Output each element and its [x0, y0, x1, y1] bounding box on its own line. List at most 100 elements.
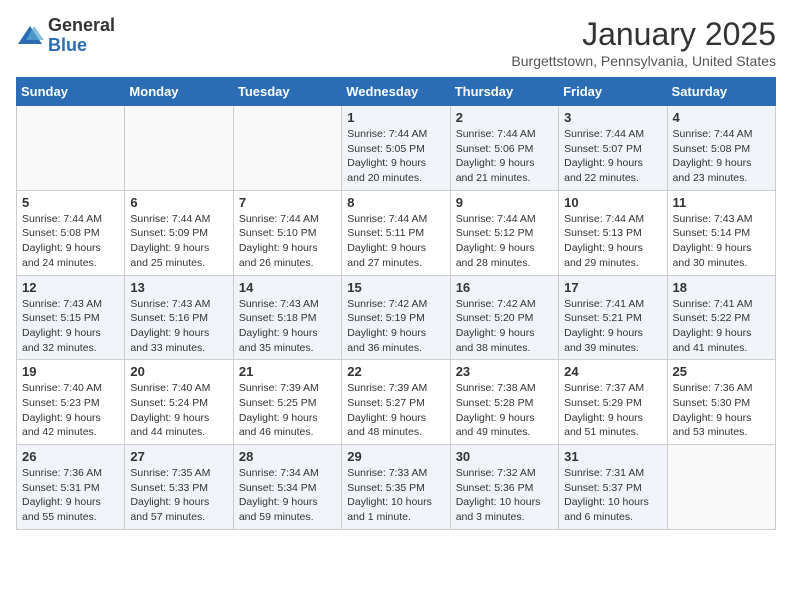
calendar-day-cell [17, 106, 125, 191]
day-number: 6 [130, 195, 227, 210]
day-number: 9 [456, 195, 553, 210]
day-number: 16 [456, 280, 553, 295]
month-title: January 2025 [511, 16, 776, 53]
logo-text: General Blue [48, 16, 115, 56]
day-info: Sunrise: 7:36 AM Sunset: 5:30 PM Dayligh… [673, 381, 770, 440]
day-number: 3 [564, 110, 661, 125]
calendar-day-cell: 11 Sunrise: 7:43 AM Sunset: 5:14 PM Dayli… [667, 190, 775, 275]
day-number: 1 [347, 110, 444, 125]
day-info: Sunrise: 7:43 AM Sunset: 5:18 PM Dayligh… [239, 297, 336, 356]
day-number: 27 [130, 449, 227, 464]
calendar-day-cell: 5 Sunrise: 7:44 AM Sunset: 5:08 PM Daylig… [17, 190, 125, 275]
calendar-day-cell: 8 Sunrise: 7:44 AM Sunset: 5:11 PM Daylig… [342, 190, 450, 275]
calendar-week-row: 1Sunrise: 7:44 AM Sunset: 5:05 PM Daylig… [17, 106, 776, 191]
day-number: 15 [347, 280, 444, 295]
calendar-day-cell: 18 Sunrise: 7:41 AM Sunset: 5:22 PM Dayli… [667, 275, 775, 360]
day-info: Sunrise: 7:44 AM Sunset: 5:11 PM Dayligh… [347, 212, 444, 271]
day-info: Sunrise: 7:43 AM Sunset: 5:14 PM Dayligh… [673, 212, 770, 271]
day-info: Sunrise: 7:39 AM Sunset: 5:27 PM Dayligh… [347, 381, 444, 440]
calendar-day-cell: 19 Sunrise: 7:40 AM Sunset: 5:23 PM Dayli… [17, 360, 125, 445]
day-number: 12 [22, 280, 119, 295]
day-info: Sunrise: 7:44 AM Sunset: 5:08 PM Dayligh… [22, 212, 119, 271]
day-of-week-header: Wednesday [342, 78, 450, 106]
day-info: Sunrise: 7:41 AM Sunset: 5:22 PM Dayligh… [673, 297, 770, 356]
calendar-day-cell [125, 106, 233, 191]
calendar-week-row: 12 Sunrise: 7:43 AM Sunset: 5:15 PM Dayli… [17, 275, 776, 360]
calendar-day-cell: 10Sunrise: 7:44 AM Sunset: 5:13 PM Dayli… [559, 190, 667, 275]
day-of-week-header: Tuesday [233, 78, 341, 106]
day-info: Sunrise: 7:37 AM Sunset: 5:29 PM Dayligh… [564, 381, 661, 440]
calendar-day-cell: 25 Sunrise: 7:36 AM Sunset: 5:30 PM Dayli… [667, 360, 775, 445]
day-number: 20 [130, 364, 227, 379]
calendar-week-row: 19 Sunrise: 7:40 AM Sunset: 5:23 PM Dayli… [17, 360, 776, 445]
calendar-week-row: 26Sunrise: 7:36 AM Sunset: 5:31 PM Dayli… [17, 445, 776, 530]
day-info: Sunrise: 7:44 AM Sunset: 5:13 PM Dayligh… [564, 212, 661, 271]
calendar-day-cell [667, 445, 775, 530]
calendar-day-cell: 17Sunrise: 7:41 AM Sunset: 5:21 PM Dayli… [559, 275, 667, 360]
calendar-day-cell: 26Sunrise: 7:36 AM Sunset: 5:31 PM Dayli… [17, 445, 125, 530]
day-number: 13 [130, 280, 227, 295]
title-area: January 2025 Burgettstown, Pennsylvania,… [511, 16, 776, 69]
day-info: Sunrise: 7:44 AM Sunset: 5:12 PM Dayligh… [456, 212, 553, 271]
calendar-day-cell: 15 Sunrise: 7:42 AM Sunset: 5:19 PM Dayli… [342, 275, 450, 360]
logo-icon [16, 22, 44, 50]
day-info: Sunrise: 7:42 AM Sunset: 5:20 PM Dayligh… [456, 297, 553, 356]
calendar-day-cell: 24 Sunrise: 7:37 AM Sunset: 5:29 PM Dayli… [559, 360, 667, 445]
day-number: 23 [456, 364, 553, 379]
day-info: Sunrise: 7:42 AM Sunset: 5:19 PM Dayligh… [347, 297, 444, 356]
day-of-week-header: Thursday [450, 78, 558, 106]
day-number: 14 [239, 280, 336, 295]
day-number: 25 [673, 364, 770, 379]
calendar-day-cell: 1Sunrise: 7:44 AM Sunset: 5:05 PM Daylig… [342, 106, 450, 191]
day-info: Sunrise: 7:41 AM Sunset: 5:21 PM Dayligh… [564, 297, 661, 356]
calendar-day-cell: 27 Sunrise: 7:35 AM Sunset: 5:33 PM Dayli… [125, 445, 233, 530]
day-info: Sunrise: 7:44 AM Sunset: 5:07 PM Dayligh… [564, 127, 661, 186]
day-number: 22 [347, 364, 444, 379]
day-number: 28 [239, 449, 336, 464]
calendar-day-cell: 16 Sunrise: 7:42 AM Sunset: 5:20 PM Dayli… [450, 275, 558, 360]
calendar-day-cell: 28 Sunrise: 7:34 AM Sunset: 5:34 PM Dayli… [233, 445, 341, 530]
calendar-day-cell: 22 Sunrise: 7:39 AM Sunset: 5:27 PM Dayli… [342, 360, 450, 445]
calendar-day-cell: 4Sunrise: 7:44 AM Sunset: 5:08 PM Daylig… [667, 106, 775, 191]
day-info: Sunrise: 7:38 AM Sunset: 5:28 PM Dayligh… [456, 381, 553, 440]
day-info: Sunrise: 7:35 AM Sunset: 5:33 PM Dayligh… [130, 466, 227, 525]
day-number: 29 [347, 449, 444, 464]
day-number: 8 [347, 195, 444, 210]
day-info: Sunrise: 7:34 AM Sunset: 5:34 PM Dayligh… [239, 466, 336, 525]
calendar-day-cell [233, 106, 341, 191]
day-number: 30 [456, 449, 553, 464]
day-info: Sunrise: 7:39 AM Sunset: 5:25 PM Dayligh… [239, 381, 336, 440]
day-number: 2 [456, 110, 553, 125]
day-number: 19 [22, 364, 119, 379]
calendar-day-cell: 7Sunrise: 7:44 AM Sunset: 5:10 PM Daylig… [233, 190, 341, 275]
day-info: Sunrise: 7:44 AM Sunset: 5:08 PM Dayligh… [673, 127, 770, 186]
calendar-day-cell: 14 Sunrise: 7:43 AM Sunset: 5:18 PM Dayli… [233, 275, 341, 360]
day-info: Sunrise: 7:40 AM Sunset: 5:23 PM Dayligh… [22, 381, 119, 440]
day-info: Sunrise: 7:43 AM Sunset: 5:15 PM Dayligh… [22, 297, 119, 356]
day-number: 31 [564, 449, 661, 464]
calendar-table: SundayMondayTuesdayWednesdayThursdayFrid… [16, 77, 776, 530]
day-info: Sunrise: 7:40 AM Sunset: 5:24 PM Dayligh… [130, 381, 227, 440]
calendar-day-cell: 13 Sunrise: 7:43 AM Sunset: 5:16 PM Dayli… [125, 275, 233, 360]
day-info: Sunrise: 7:33 AM Sunset: 5:35 PM Dayligh… [347, 466, 444, 525]
day-number: 24 [564, 364, 661, 379]
calendar-day-cell: 20 Sunrise: 7:40 AM Sunset: 5:24 PM Dayli… [125, 360, 233, 445]
day-info: Sunrise: 7:43 AM Sunset: 5:16 PM Dayligh… [130, 297, 227, 356]
day-number: 5 [22, 195, 119, 210]
page-header: General Blue January 2025 Burgettstown, … [16, 16, 776, 69]
calendar-day-cell: 30 Sunrise: 7:32 AM Sunset: 5:36 PM Dayli… [450, 445, 558, 530]
calendar-day-cell: 6 Sunrise: 7:44 AM Sunset: 5:09 PM Daylig… [125, 190, 233, 275]
day-of-week-header: Saturday [667, 78, 775, 106]
day-number: 18 [673, 280, 770, 295]
calendar-day-cell: 23 Sunrise: 7:38 AM Sunset: 5:28 PM Dayli… [450, 360, 558, 445]
day-info: Sunrise: 7:44 AM Sunset: 5:06 PM Dayligh… [456, 127, 553, 186]
calendar-week-row: 5 Sunrise: 7:44 AM Sunset: 5:08 PM Daylig… [17, 190, 776, 275]
day-number: 7 [239, 195, 336, 210]
day-number: 11 [673, 195, 770, 210]
day-of-week-header: Monday [125, 78, 233, 106]
calendar-day-cell: 9 Sunrise: 7:44 AM Sunset: 5:12 PM Daylig… [450, 190, 558, 275]
day-info: Sunrise: 7:32 AM Sunset: 5:36 PM Dayligh… [456, 466, 553, 525]
calendar-day-cell: 12 Sunrise: 7:43 AM Sunset: 5:15 PM Dayli… [17, 275, 125, 360]
day-info: Sunrise: 7:44 AM Sunset: 5:09 PM Dayligh… [130, 212, 227, 271]
calendar-day-cell: 21Sunrise: 7:39 AM Sunset: 5:25 PM Dayli… [233, 360, 341, 445]
